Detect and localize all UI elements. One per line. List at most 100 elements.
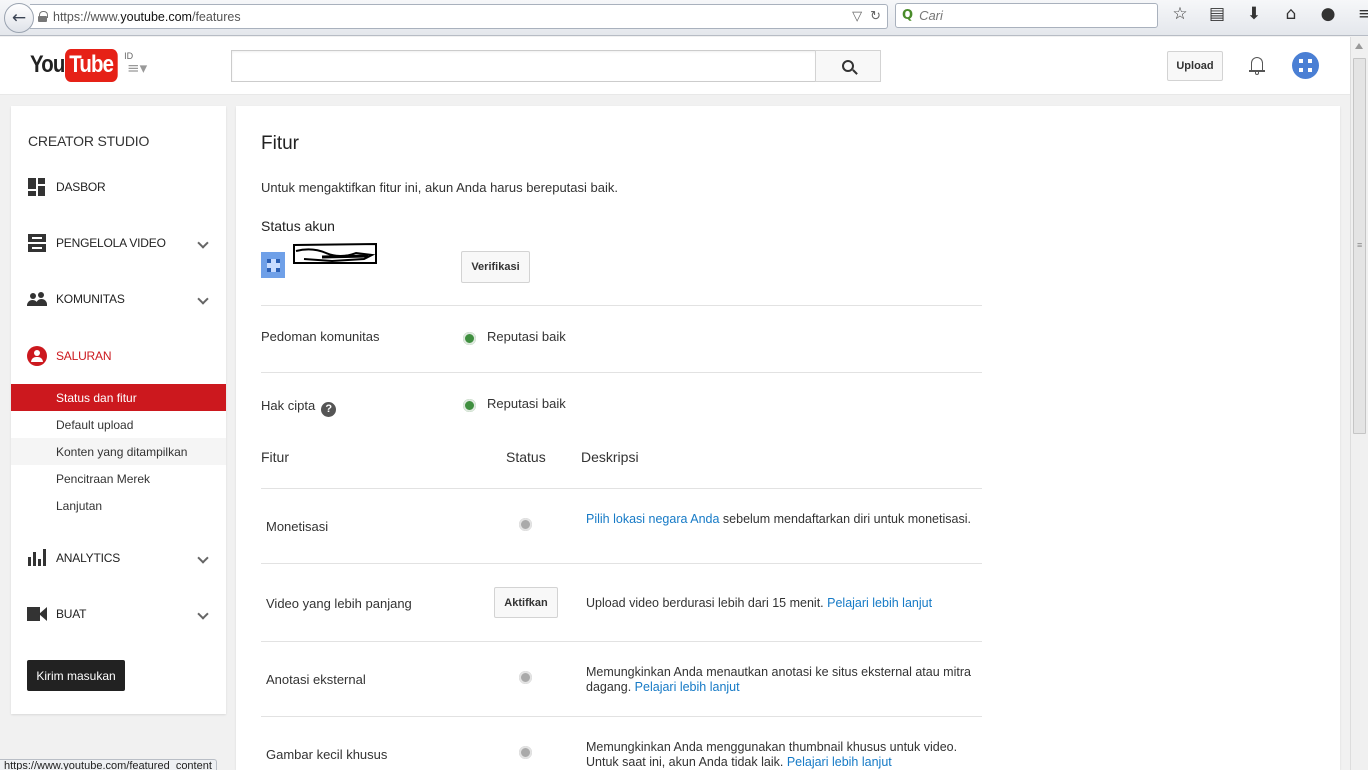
community-guidelines-label: Pedoman komunitas: [261, 329, 380, 344]
sidebar-subitem-status-features[interactable]: Status dan fitur: [11, 384, 226, 411]
send-feedback-button[interactable]: Kirim masukan: [27, 660, 125, 691]
video-manager-icon: [27, 233, 47, 253]
choose-country-link[interactable]: Pilih lokasi negara Anda: [586, 512, 719, 526]
verify-button[interactable]: Verifikasi: [461, 251, 530, 283]
upload-button[interactable]: Upload: [1167, 51, 1223, 81]
divider: [261, 305, 982, 306]
feature-name: Monetisasi: [266, 519, 329, 534]
browser-toolbar: https://www. youtube.com/features ▽ ↻ ← Q…: [0, 0, 1368, 36]
learn-more-link[interactable]: Pelajari lebih lanjut: [635, 680, 740, 694]
sidebar-item-video-manager[interactable]: PENGELOLA VIDEO: [11, 231, 226, 255]
community-guidelines-status: Reputasi baik: [487, 329, 566, 344]
sidebar-item-label: DASBOR: [56, 180, 106, 194]
feature-description: Memungkinkan Anda menggunakan thumbnail …: [586, 740, 958, 769]
sidebar-subitem-featured-content[interactable]: Konten yang ditampilkan: [11, 438, 226, 465]
divider: [261, 372, 982, 373]
status-dot-inactive: [519, 671, 532, 684]
browser-search-placeholder: Cari: [919, 8, 943, 23]
guide-menu-icon[interactable]: ≡▾: [127, 59, 147, 77]
feature-name: Video yang lebih panjang: [266, 596, 412, 611]
divider: [261, 716, 982, 717]
redacted-channel-name: [293, 242, 377, 264]
feature-description: Upload video berdurasi lebih dari 15 men…: [586, 596, 933, 610]
feature-name: Gambar kecil khusus: [266, 747, 388, 762]
page-title: Fitur: [261, 133, 299, 154]
reading-list-icon[interactable]: ▤: [1207, 4, 1227, 24]
video-camera-icon: [27, 604, 47, 624]
extension-icon[interactable]: ●: [1318, 4, 1338, 24]
copyright-label: Hak cipta: [261, 398, 316, 413]
community-icon: [27, 289, 47, 309]
browser-search-input[interactable]: Q Cari: [895, 3, 1158, 28]
reload-icon[interactable]: ↻: [870, 9, 881, 24]
learn-more-link[interactable]: Pelajari lebih lanjut: [827, 596, 932, 610]
back-button[interactable]: ←: [4, 3, 34, 33]
sidebar-item-dashboard[interactable]: DASBOR: [11, 175, 226, 199]
status-dot-good: [463, 399, 476, 412]
dashboard-icon: [27, 177, 47, 197]
dropdown-history-icon[interactable]: ▽: [852, 9, 862, 24]
sidebar-item-label: KOMUNITAS: [56, 292, 125, 306]
creator-studio-sidebar: CREATOR STUDIO DASBOR PENGELOLA VIDEO KO…: [11, 106, 226, 714]
status-dot-inactive: [519, 746, 532, 759]
page-scrollbar[interactable]: ≡: [1350, 37, 1368, 770]
logo-tube: Tube: [64, 49, 117, 82]
youtube-logo[interactable]: You Tube ID: [30, 49, 133, 82]
chevron-down-icon[interactable]: [197, 237, 209, 249]
bookmark-star-icon[interactable]: ☆: [1170, 4, 1190, 24]
address-bar[interactable]: https://www. youtube.com/features ▽ ↻: [30, 4, 888, 29]
lock-icon: [38, 11, 48, 22]
back-arrow-icon: ←: [11, 8, 27, 28]
sidebar-subitem-advanced[interactable]: Lanjutan: [11, 492, 226, 519]
sidebar-item-community[interactable]: KOMUNITAS: [11, 287, 226, 311]
feature-description: Pilih lokasi negara Anda sebelum mendaft…: [586, 512, 971, 526]
features-panel: Fitur Untuk mengaktifkan fitur ini, akun…: [236, 106, 1340, 770]
divider: [261, 488, 982, 489]
home-icon[interactable]: ⌂: [1281, 4, 1301, 24]
learn-more-link[interactable]: Pelajari lebih lanjut: [787, 755, 892, 769]
sidebar-item-create[interactable]: BUAT: [11, 602, 226, 626]
chevron-down-icon[interactable]: [197, 608, 209, 620]
sidebar-item-label: PENGELOLA VIDEO: [56, 236, 166, 250]
sidebar-title: CREATOR STUDIO: [28, 133, 150, 149]
column-header-description: Deskripsi: [581, 449, 639, 465]
column-header-feature: Fitur: [261, 449, 289, 465]
status-bar-url: https://www.youtube.com/featured_content: [0, 759, 217, 770]
search-icon: [842, 60, 854, 72]
copyright-status: Reputasi baik: [487, 396, 566, 411]
search-engine-icon: Q: [902, 8, 914, 23]
youtube-header: You Tube ID ≡▾ Upload: [0, 37, 1350, 95]
feature-name: Anotasi eksternal: [266, 672, 366, 687]
enable-button[interactable]: Aktifkan: [494, 587, 558, 618]
chevron-down-icon[interactable]: [197, 552, 209, 564]
menu-icon[interactable]: ≡: [1355, 4, 1368, 24]
chevron-down-icon[interactable]: [197, 293, 209, 305]
scroll-thumb[interactable]: ≡: [1353, 58, 1366, 434]
notifications-bell-icon[interactable]: [1249, 56, 1265, 75]
intro-text: Untuk mengaktifkan fitur ini, akun Anda …: [261, 180, 618, 195]
sidebar-item-label: SALURAN: [56, 349, 112, 363]
url-path: /features: [191, 9, 241, 24]
column-header-status: Status: [506, 449, 546, 465]
scroll-up-arrow-icon[interactable]: [1355, 43, 1363, 49]
channel-avatar: [261, 252, 285, 278]
sidebar-subitem-branding[interactable]: Pencitraan Merek: [11, 465, 226, 492]
youtube-search-button[interactable]: [815, 50, 881, 82]
logo-you: You: [30, 51, 65, 78]
sidebar-item-analytics[interactable]: ANALYTICS: [11, 546, 226, 570]
url-prefix: https://www.: [53, 9, 121, 24]
sidebar-item-label: ANALYTICS: [56, 551, 120, 565]
downloads-icon[interactable]: ⬇: [1244, 4, 1264, 24]
sidebar-item-channel[interactable]: SALURAN: [11, 344, 226, 368]
status-dot-good: [463, 332, 476, 345]
account-status-heading: Status akun: [261, 218, 335, 234]
help-question-icon[interactable]: ?: [321, 402, 337, 417]
channel-icon: [27, 346, 47, 366]
copyright-row: Hak cipta?: [261, 398, 337, 417]
sidebar-subitem-upload-defaults[interactable]: Default upload: [11, 411, 226, 438]
account-avatar[interactable]: [1292, 52, 1319, 79]
sidebar-item-label: BUAT: [56, 607, 87, 621]
youtube-search-input[interactable]: [231, 50, 816, 82]
divider: [261, 641, 982, 642]
url-domain: youtube.com: [120, 9, 192, 24]
